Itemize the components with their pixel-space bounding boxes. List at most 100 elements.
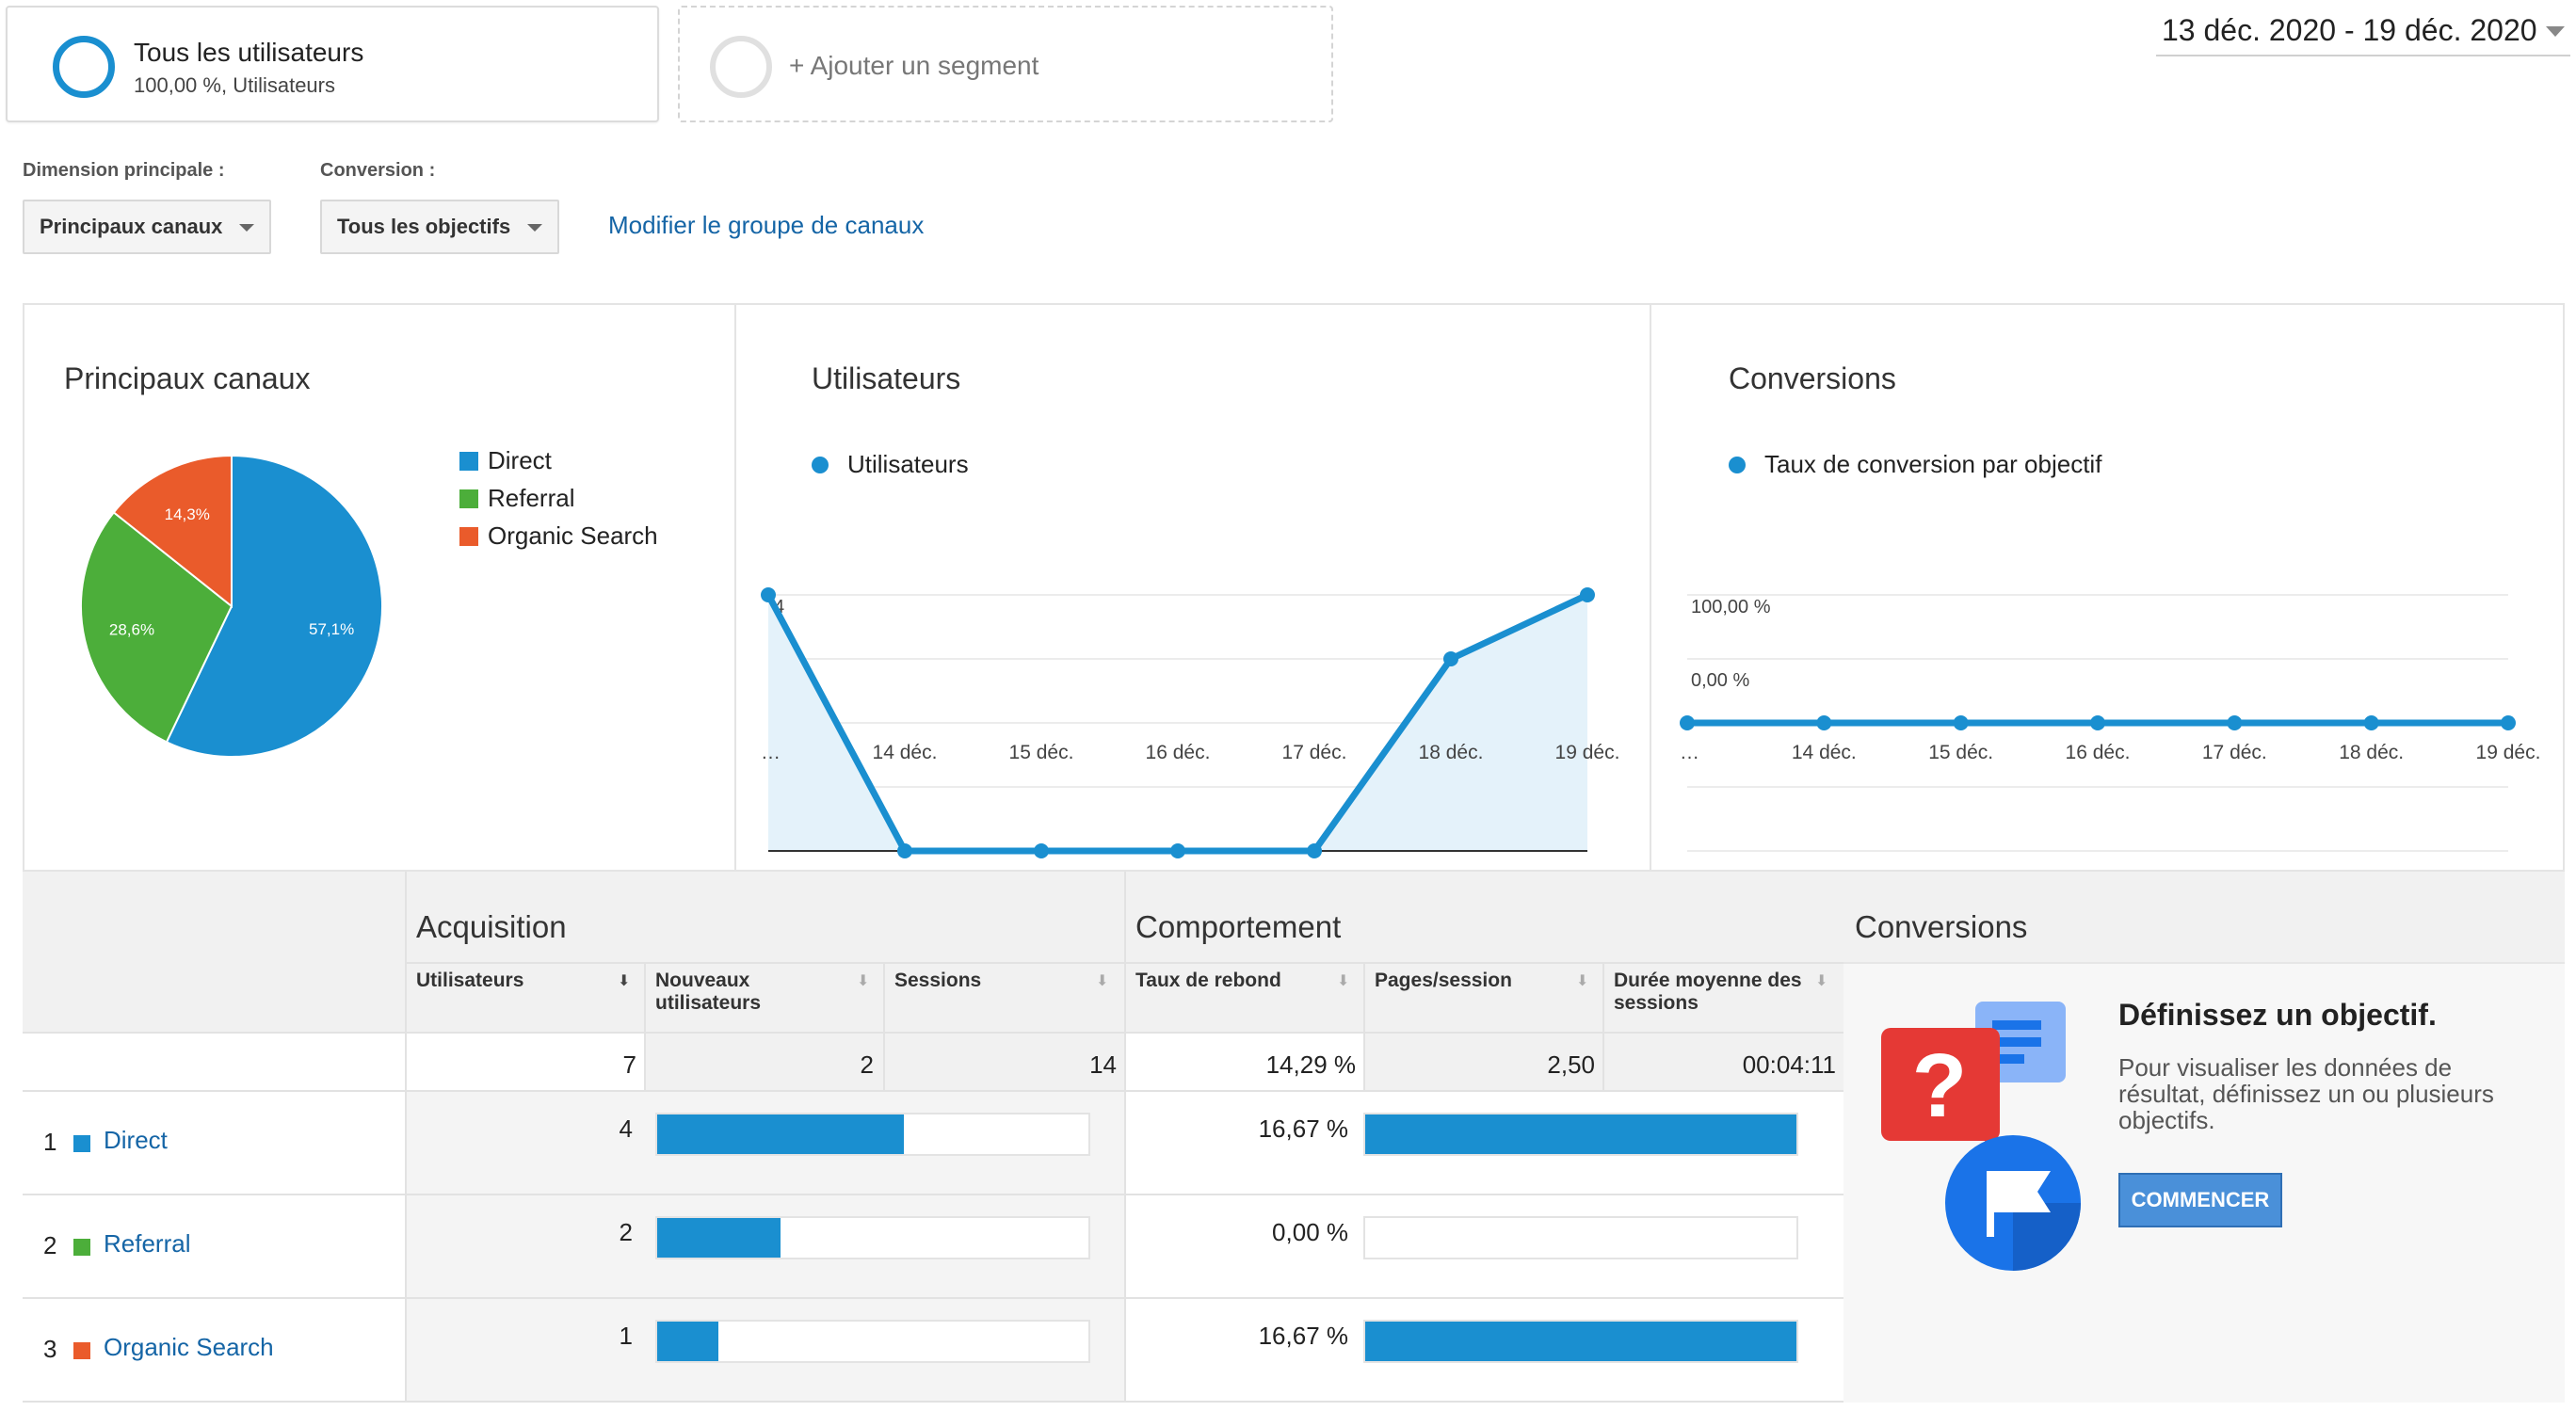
row-bounce-rate: 0,00 % (1272, 1218, 1348, 1246)
goal-flag-illustration-icon: ? (1881, 1002, 2081, 1271)
sort-icon[interactable]: ⬇ (857, 971, 869, 990)
svg-text:?: ? (1912, 1035, 1968, 1136)
x-tick-label: 19 déc. (2476, 742, 2541, 763)
data-point (1170, 843, 1185, 858)
sort-icon[interactable]: ⬇ (1815, 971, 1827, 990)
x-tick-label: 16 déc. (2066, 742, 2131, 763)
col-header-sessions[interactable]: Sessions (894, 970, 1083, 992)
pie-data-label: 28,6% (109, 620, 154, 638)
edit-channel-group-link[interactable]: Modifier le groupe de canaux (608, 211, 924, 240)
total-sessions: 14 (1089, 1050, 1117, 1079)
row-number: 3 (43, 1335, 57, 1363)
conversion-label: Conversion : (320, 160, 436, 181)
users-share-fill (657, 1114, 904, 1154)
conversions-column: Conversions ? Définissez un objectif. Po… (1843, 872, 2565, 1403)
data-point (1443, 651, 1458, 666)
sort-icon[interactable]: ⬇ (1337, 971, 1349, 990)
divider (405, 962, 1843, 964)
x-tick-label: 17 déc. (1282, 742, 1347, 763)
divider (1124, 872, 1126, 1032)
table-header (23, 872, 1843, 1032)
data-point (897, 843, 912, 858)
channels-pie-chart: 57,1% 28,6% 14,3% (80, 454, 383, 758)
dimension-dropdown-value: Principaux canaux (40, 215, 223, 238)
pie-data-label: 57,1% (309, 620, 354, 638)
conversion-dropdown[interactable]: Tous les objectifs (320, 200, 559, 254)
bounce-rate-fill (1365, 1114, 1796, 1154)
y-tick-label: 0,00 % (1691, 670, 1749, 691)
col-header-users[interactable]: Utilisateurs (416, 970, 623, 992)
col-header-sessions-label: Sessions (894, 970, 982, 991)
data-point (1307, 843, 1322, 858)
row-users: 2 (619, 1218, 633, 1246)
data-point (761, 587, 776, 602)
row-link-organic-search[interactable]: Organic Search (104, 1333, 274, 1362)
users-share-bar (655, 1320, 1090, 1363)
col-header-avg-duration[interactable]: Durée moyenne des sessions (1614, 970, 1802, 1015)
x-tick-label: … (1680, 742, 1699, 763)
col-header-bounce-rate-label: Taux de rebond (1135, 970, 1281, 991)
x-tick-label: 17 déc. (2202, 742, 2267, 763)
total-pages-session: 2,50 (1547, 1050, 1595, 1079)
empty-segment-ring-icon (710, 36, 772, 98)
pie-data-label: 14,3% (165, 505, 210, 523)
add-segment-label: + Ajouter un segment (789, 51, 1039, 80)
date-range-picker[interactable]: 13 déc. 2020 - 19 déc. 2020 (2156, 11, 2570, 56)
charts-panel: Principaux canaux 57,1% 28,6% 14,3% Direct… (23, 303, 2565, 872)
conversions-group-title: Conversions (1855, 909, 2028, 944)
divider (1363, 962, 1365, 1032)
sort-desc-icon[interactable]: ⬇ (618, 971, 630, 990)
row-users: 4 (619, 1114, 633, 1143)
data-point (1953, 715, 1969, 730)
divider (644, 962, 646, 1032)
row-link-referral[interactable]: Referral (104, 1229, 190, 1259)
col-header-pages-session[interactable]: Pages/session (1375, 970, 1563, 992)
caret-down-icon (239, 224, 254, 232)
sort-icon[interactable]: ⬇ (1096, 971, 1108, 990)
start-goal-button[interactable]: COMMENCER (2118, 1173, 2282, 1227)
col-header-new-users[interactable]: Nouveaux utilisateurs (655, 970, 844, 1015)
promo-text: Pour visualiser les données de résultat,… (2118, 1053, 2494, 1134)
x-tick-label: 19 déc. (1555, 742, 1620, 763)
row-number: 2 (43, 1231, 57, 1259)
row-users: 1 (619, 1322, 633, 1350)
divider (1124, 1032, 1126, 1403)
data-point (1680, 715, 1695, 730)
col-header-new-users-label: Nouveaux utilisateurs (655, 970, 762, 1014)
segment-all-users[interactable]: Tous les utilisateurs 100,00 %, Utilisat… (6, 6, 659, 122)
data-point (2227, 715, 2243, 730)
users-chart-panel: Utilisateurs Utilisateurs 42…14 déc.15 d… (734, 305, 1650, 870)
channel-swatch-referral (73, 1239, 90, 1256)
x-tick-label: 14 déc. (873, 742, 938, 763)
col-header-avg-duration-label: Durée moyenne des sessions (1614, 970, 1802, 1014)
users-line-chart: 42…14 déc.15 déc.16 déc.17 déc.18 déc.19… (761, 587, 1620, 858)
x-tick-label: 15 déc. (1009, 742, 1074, 763)
divider (405, 872, 407, 1032)
conversion-dropdown-value: Tous les objectifs (337, 215, 511, 238)
chevron-down-icon (2546, 26, 2565, 37)
add-segment-button[interactable]: + Ajouter un segment (678, 6, 1333, 122)
divider (883, 962, 885, 1032)
bounce-rate-bar (1363, 1320, 1798, 1363)
behavior-group-title: Comportement (1135, 909, 1342, 944)
sort-icon[interactable]: ⬇ (1576, 971, 1588, 990)
total-avg-duration: 00:04:11 (1742, 1050, 1836, 1079)
segment-ring-icon (53, 36, 115, 98)
row-bounce-rate: 16,67 % (1258, 1114, 1348, 1143)
segment-title: Tous les utilisateurs (134, 38, 364, 67)
row-link-direct[interactable]: Direct (104, 1126, 168, 1155)
data-point (1034, 843, 1049, 858)
channel-swatch-direct (73, 1135, 90, 1152)
dimension-dropdown[interactable]: Principaux canaux (23, 200, 271, 254)
users-share-fill (657, 1322, 719, 1361)
legend-label-direct: Direct (488, 446, 552, 474)
legend-label-organic-search: Organic Search (488, 521, 658, 550)
users-share-fill (657, 1218, 781, 1258)
segment-subtitle: 100,00 %, Utilisateurs (134, 73, 335, 97)
conversions-line-chart: 100,00 % 0,00 % … 14 déc. 15 déc. 16 déc. 17 d… (1680, 594, 2541, 852)
legend-swatch-organic-search (459, 527, 478, 546)
dimension-label: Dimension principale : (23, 160, 225, 181)
col-header-bounce-rate[interactable]: Taux de rebond (1135, 970, 1343, 992)
data-point (2501, 715, 2516, 730)
divider (23, 1401, 1843, 1403)
